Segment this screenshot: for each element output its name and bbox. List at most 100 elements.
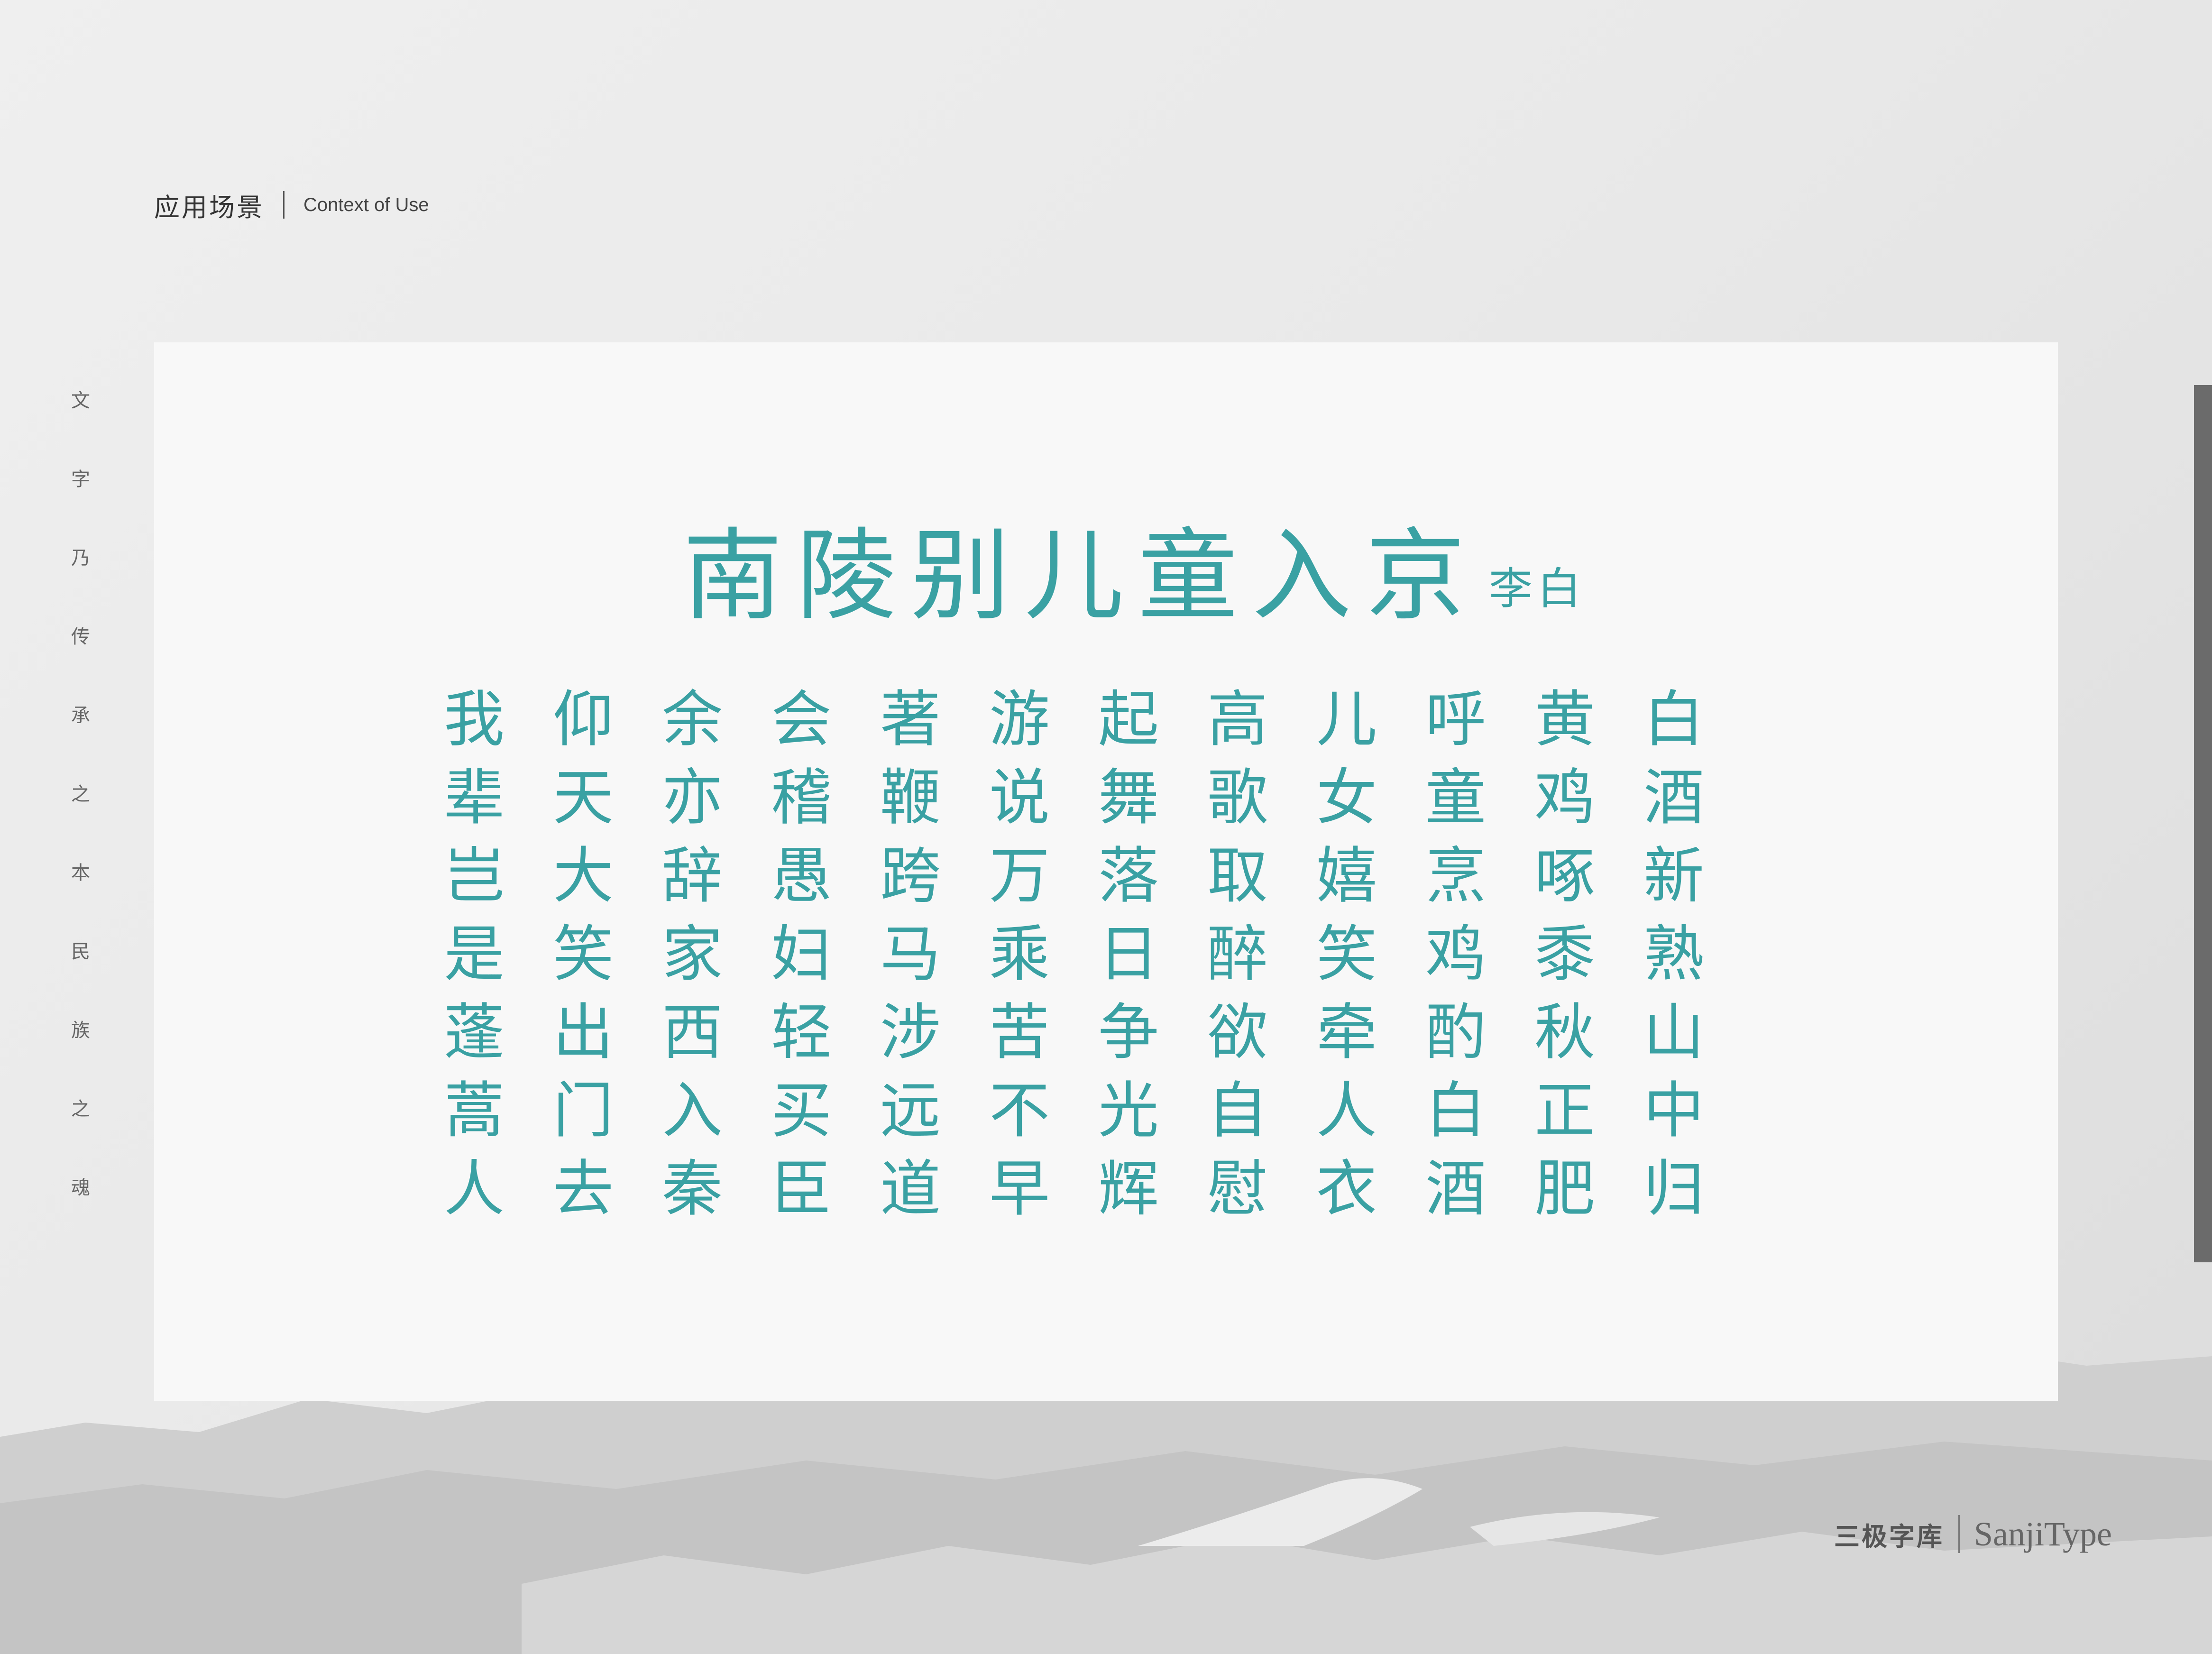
poem-column: 著鞭跨马涉远道	[875, 680, 946, 1228]
poem-char: 早	[989, 1154, 1050, 1224]
poem-column: 我辈岂是蓬蒿人	[439, 680, 510, 1228]
poem-char: 童	[1425, 763, 1486, 833]
poem-char: 岂	[443, 841, 505, 911]
poem-char: 呼	[1425, 684, 1486, 755]
poem-char: 高	[1207, 684, 1268, 755]
poem-char: 辞	[661, 841, 723, 911]
motto-char: 文	[71, 390, 90, 412]
poem-char: 乘	[989, 919, 1050, 990]
motto-char: 族	[71, 1020, 90, 1041]
poem-char: 新	[1643, 841, 1704, 911]
poem-char: 万	[989, 841, 1050, 911]
poem-char: 大	[552, 841, 614, 911]
poem-char: 自	[1207, 1075, 1268, 1146]
poem-char: 会	[771, 684, 832, 755]
poem-char: 轻	[771, 997, 832, 1068]
poem-char: 辉	[1098, 1154, 1159, 1224]
brand-footer: 三极字库 SanjiType	[1834, 1513, 2112, 1555]
poem-column: 会稽愚妇轻买臣	[766, 680, 837, 1228]
poem-char: 嬉	[1316, 841, 1377, 911]
poem-char: 争	[1098, 997, 1159, 1068]
poem-char: 起	[1098, 684, 1159, 755]
poem-char: 入	[661, 1075, 723, 1146]
poem-char: 臣	[771, 1154, 832, 1224]
poem-char: 烹	[1425, 841, 1486, 911]
poem-char: 舞	[1098, 763, 1159, 833]
poem-author: 李白	[1489, 563, 1586, 614]
poem-column: 起舞落日争光辉	[1093, 680, 1164, 1228]
header-divider	[283, 191, 285, 219]
poem-char: 涉	[880, 997, 941, 1068]
poem-char: 归	[1643, 1154, 1704, 1224]
poem-char: 稽	[771, 763, 832, 833]
poem-char: 光	[1098, 1075, 1159, 1146]
poem-char: 白	[1425, 1075, 1486, 1146]
poem-heading: 南陵别儿童入京 李白	[683, 522, 1586, 631]
poem-char: 辈	[443, 763, 505, 833]
poem-char: 妇	[771, 919, 832, 990]
poem-char: 衣	[1316, 1154, 1377, 1224]
poem-char: 酒	[1643, 763, 1704, 833]
poem-char: 鸡	[1534, 763, 1595, 833]
poem-char: 中	[1643, 1075, 1704, 1146]
poem-char: 去	[552, 1154, 614, 1224]
poem-char: 蓬	[443, 997, 505, 1068]
poem-column: 仰天大笑出门去	[548, 680, 619, 1228]
poem-char: 出	[552, 997, 614, 1068]
poem-char: 亦	[661, 763, 723, 833]
poem-char: 鞭	[880, 763, 941, 833]
section-title-en: Context of Use	[303, 194, 429, 215]
poem-char: 是	[443, 919, 505, 990]
poem-column: 黄鸡啄黍秋正肥	[1529, 680, 1600, 1228]
poem-char: 醉	[1207, 919, 1268, 990]
poem-char: 慰	[1207, 1154, 1268, 1224]
vertical-motto: 文 字 乃 传 承 之 本 民 族 之 魂	[69, 389, 92, 1255]
poem-char: 女	[1316, 763, 1377, 833]
poem-char: 家	[661, 919, 723, 990]
scrollbar[interactable]	[2194, 385, 2212, 1262]
poem-char: 牵	[1316, 997, 1377, 1068]
poem-char: 马	[880, 919, 941, 990]
poem-column: 高歌取醉欲自慰	[1202, 680, 1273, 1228]
motto-char: 本	[71, 862, 90, 884]
poem-char: 笑	[1316, 919, 1377, 990]
poem-char: 西	[661, 997, 723, 1068]
poem-char: 人	[443, 1154, 505, 1224]
poem-char: 跨	[880, 841, 941, 911]
poem-char: 著	[880, 684, 941, 755]
brand-name-zh: 三极字库	[1834, 1521, 1944, 1552]
poem-char: 黍	[1534, 919, 1595, 990]
poem-char: 取	[1207, 841, 1268, 911]
poem-char: 落	[1098, 841, 1159, 911]
poem-column: 儿女嬉笑牵人衣	[1311, 680, 1382, 1228]
motto-char: 之	[71, 783, 90, 805]
motto-char: 乃	[71, 547, 90, 569]
poem-char: 山	[1643, 997, 1704, 1068]
poem-char: 啄	[1534, 841, 1595, 911]
poem-char: 游	[989, 684, 1050, 755]
poem-char: 道	[880, 1154, 941, 1224]
brand-name-en: SanjiType	[1974, 1515, 2112, 1553]
poem-char: 远	[880, 1075, 941, 1146]
poem-char: 歌	[1207, 763, 1268, 833]
poem-char: 买	[771, 1075, 832, 1146]
poem-char: 欲	[1207, 997, 1268, 1068]
poem-char: 蒿	[443, 1075, 505, 1146]
motto-char: 魂	[71, 1177, 90, 1199]
poem-char: 日	[1098, 919, 1159, 990]
poem-char: 儿	[1316, 684, 1377, 755]
poem-char: 白	[1643, 684, 1704, 755]
poem-char: 肥	[1534, 1154, 1595, 1224]
poem-char: 黄	[1534, 684, 1595, 755]
poem-char: 天	[552, 763, 614, 833]
poem-char: 门	[552, 1075, 614, 1146]
poem-column: 呼童烹鸡酌白酒	[1420, 680, 1491, 1228]
motto-char: 传	[71, 626, 90, 648]
motto-char: 民	[71, 941, 90, 963]
poem-char: 仰	[552, 684, 614, 755]
poem-column: 余亦辞家西入秦	[657, 680, 728, 1228]
motto-char: 字	[71, 469, 90, 490]
poem-char: 我	[443, 684, 505, 755]
motto-char: 之	[71, 1098, 90, 1120]
poem-char: 秋	[1534, 997, 1595, 1068]
